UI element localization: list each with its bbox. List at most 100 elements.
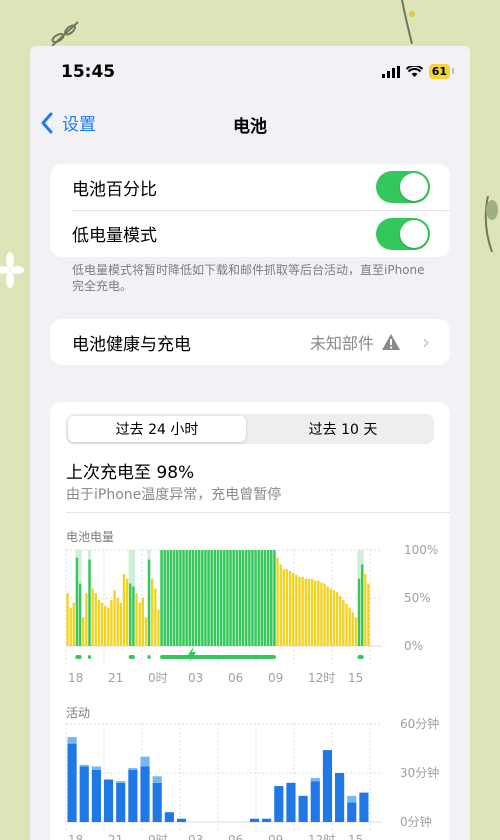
x-tick-label: 15 bbox=[348, 833, 363, 840]
battery-level-bar bbox=[329, 588, 332, 646]
battery-level-bar bbox=[207, 550, 210, 646]
x-tick-label: 12时 bbox=[308, 671, 335, 685]
screen-on-bar bbox=[176, 818, 187, 822]
screen-on-bar bbox=[249, 818, 260, 822]
x-tick-label: 03 bbox=[188, 671, 203, 685]
tab-last-10-days[interactable]: 过去 10 天 bbox=[254, 416, 432, 442]
battery-level-bar bbox=[210, 550, 213, 646]
battery-percentage-toggle[interactable] bbox=[376, 171, 430, 203]
screen-on-bar bbox=[67, 743, 77, 822]
battery-level-bar bbox=[339, 596, 342, 646]
battery-level-bar bbox=[113, 590, 116, 646]
battery-level-bar bbox=[367, 583, 370, 646]
battery-level-bar bbox=[138, 602, 141, 646]
battery-level-bar bbox=[282, 569, 285, 646]
battery-percentage-label: 电池百分比 bbox=[72, 179, 157, 200]
charging-indicator bbox=[75, 655, 82, 659]
y-tick-label: 100% bbox=[404, 543, 438, 557]
x-tick-label: 06 bbox=[228, 671, 243, 685]
battery-level-bar bbox=[94, 593, 97, 646]
y-tick-label: 60分钟 bbox=[400, 716, 439, 731]
battery-level-bar bbox=[85, 593, 88, 646]
status-time: 15:45 bbox=[61, 62, 116, 82]
battery-level-bar bbox=[335, 592, 339, 646]
battery-level-bar bbox=[75, 557, 79, 646]
battery-level-bar bbox=[110, 599, 113, 646]
battery-level-bar bbox=[191, 550, 195, 646]
x-tick-label: 0时 bbox=[148, 833, 168, 840]
low-power-mode-toggle[interactable] bbox=[376, 218, 430, 250]
battery-level-bar bbox=[104, 605, 107, 646]
battery-level-bar bbox=[260, 550, 264, 646]
battery-level-bar bbox=[160, 550, 163, 646]
battery-level-bar bbox=[310, 578, 314, 646]
charging-bolt-icon bbox=[188, 646, 196, 663]
battery-level-bar bbox=[323, 583, 326, 646]
battery-level-bar bbox=[292, 573, 295, 646]
battery-level-bar bbox=[257, 550, 260, 646]
screen-off-bar bbox=[79, 764, 89, 767]
battery-level-bar bbox=[219, 550, 223, 646]
tab-last-24-hours[interactable]: 过去 24 小时 bbox=[68, 416, 246, 442]
battery-level-bar bbox=[364, 574, 367, 646]
status-icons: 61 bbox=[381, 64, 455, 79]
battery-level-bar bbox=[169, 550, 173, 646]
battery-health-card[interactable]: 电池健康与充电 未知部件 › bbox=[50, 319, 450, 365]
battery-level-bar bbox=[125, 578, 129, 646]
battery-level-bar bbox=[251, 550, 254, 646]
battery-level-bar bbox=[141, 598, 144, 646]
x-tick-label: 06 bbox=[228, 833, 243, 840]
battery-level-bar bbox=[241, 550, 245, 646]
screen-on-bar bbox=[274, 786, 284, 822]
battery-level-bar bbox=[304, 578, 307, 646]
battery-level-bar bbox=[129, 583, 132, 646]
warning-icon bbox=[382, 334, 400, 350]
charging-indicator bbox=[160, 655, 276, 659]
screen-on-bar bbox=[310, 781, 320, 822]
battery-level-bar bbox=[201, 550, 204, 646]
screen-on-bar bbox=[286, 782, 296, 822]
battery-level-bar bbox=[285, 569, 289, 646]
battery-level-bar bbox=[320, 582, 323, 646]
battery-health-row[interactable]: 电池健康与充电 未知部件 › bbox=[50, 319, 450, 365]
battery-level-bar bbox=[91, 588, 94, 646]
battery-percentage-row: 电池百分比 bbox=[50, 164, 450, 210]
battery-level-bar bbox=[166, 550, 170, 646]
battery-level-bar bbox=[194, 550, 198, 646]
battery-level-bar bbox=[72, 602, 76, 646]
battery-level-bar bbox=[176, 550, 179, 646]
activity-chart: 60分钟 30分钟 0分钟 18 21 0时 03 06 09 12时 15 bbox=[65, 716, 439, 840]
battery-level-indicator: 61 bbox=[428, 64, 455, 79]
time-range-segmented-control: 过去 24 小时 过去 10 天 bbox=[66, 414, 434, 444]
screen-on-bar bbox=[103, 779, 114, 822]
battery-level-bar bbox=[185, 550, 188, 646]
x-tick-label: 18 bbox=[68, 833, 83, 840]
battery-level-bar bbox=[182, 550, 185, 646]
charging-indicator bbox=[87, 655, 92, 659]
low-power-mode-row: 低电量模式 bbox=[72, 210, 450, 256]
y-tick-label: 0% bbox=[404, 639, 423, 653]
battery-level-bar bbox=[188, 550, 191, 646]
battery-level-bar bbox=[342, 599, 345, 646]
cellular-signal-icon bbox=[381, 65, 400, 78]
battery-level-bar bbox=[345, 603, 348, 646]
battery-level-bar bbox=[238, 550, 242, 646]
charging-indicator bbox=[357, 655, 364, 659]
battery-level-bar bbox=[216, 550, 220, 646]
battery-level-bar bbox=[226, 550, 229, 646]
screen-on-bar bbox=[116, 782, 126, 822]
wifi-icon bbox=[405, 65, 423, 77]
battery-level-bar bbox=[229, 550, 232, 646]
battery-level-bar bbox=[307, 578, 311, 646]
battery-level-bar bbox=[266, 550, 270, 646]
battery-level-bar bbox=[232, 550, 235, 646]
y-tick-label: 50% bbox=[404, 591, 431, 605]
x-tick-label: 12时 bbox=[308, 833, 335, 840]
battery-level-bar bbox=[144, 617, 148, 646]
x-tick-label: 09 bbox=[268, 833, 283, 840]
battery-level-bar bbox=[357, 578, 361, 646]
screen-on-bar bbox=[152, 782, 162, 822]
battery-level-chart: 100% 50% 0% 18 21 0时 03 06 09 12时 15 bbox=[65, 543, 438, 685]
battery-level-bar bbox=[154, 588, 157, 646]
battery-level-bar bbox=[107, 607, 110, 646]
